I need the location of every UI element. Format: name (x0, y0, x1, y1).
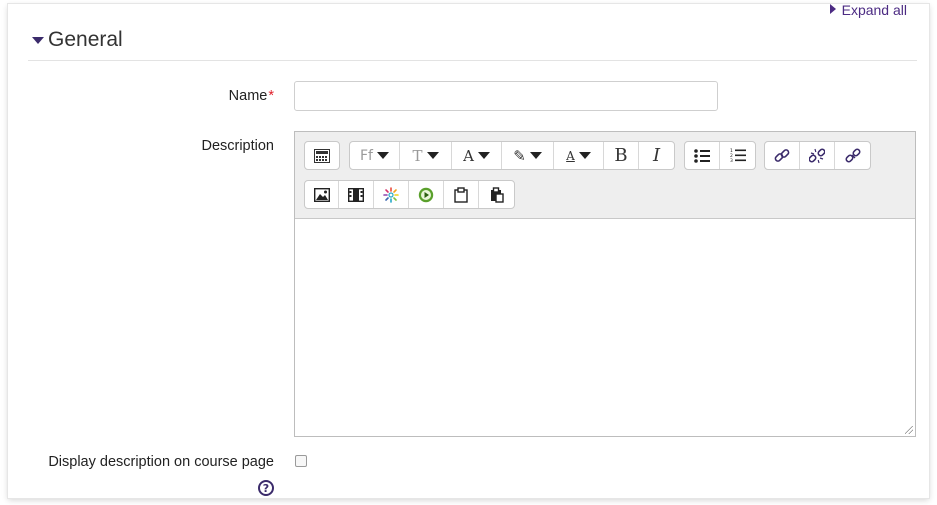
toolbar-group-style: Ff T A ✎ A B I (349, 141, 675, 170)
font-family-icon[interactable]: Ff (350, 142, 400, 169)
collapse-caret-icon[interactable] (32, 36, 44, 44)
paste-icon[interactable] (444, 181, 479, 208)
help-icon[interactable]: ? (258, 480, 274, 496)
editor-content-area[interactable] (295, 219, 915, 435)
description-editor[interactable]: Ff T A ✎ A B I 123 (294, 131, 916, 437)
name-input[interactable] (294, 81, 718, 111)
expand-all-link[interactable]: Expand all (829, 4, 907, 18)
kaltura-icon[interactable] (374, 181, 409, 208)
unlink-icon[interactable] (800, 142, 835, 169)
required-marker: * (268, 88, 274, 104)
display-description-label: Display description on course page (48, 454, 274, 470)
italic-icon[interactable]: I (639, 142, 674, 169)
expand-triangle-icon (829, 4, 836, 14)
ordered-list-icon[interactable]: 123 (720, 142, 755, 169)
resize-handle-icon[interactable] (905, 426, 913, 434)
section-general-header[interactable]: General (32, 28, 123, 52)
section-title: General (48, 28, 123, 51)
highlight-icon[interactable]: ✎ (502, 142, 554, 169)
font-color-icon[interactable]: A (452, 142, 502, 169)
style-icon[interactable]: A (554, 142, 604, 169)
font-size-icon[interactable]: T (400, 142, 452, 169)
editor-toolbar: Ff T A ✎ A B I 123 (295, 132, 915, 219)
bold-icon[interactable]: B (604, 142, 639, 169)
svg-text:3: 3 (730, 158, 733, 163)
image-icon[interactable] (305, 181, 339, 208)
display-description-checkbox[interactable] (295, 455, 307, 467)
unordered-list-icon[interactable] (685, 142, 720, 169)
description-label: Description (201, 138, 274, 154)
toolbar-group-links (764, 141, 871, 170)
toolbar-toggle-icon[interactable] (305, 142, 339, 169)
toolbar-group-toggle (304, 141, 340, 170)
anchor-link-icon[interactable] (835, 142, 870, 169)
paste-special-icon[interactable] (479, 181, 514, 208)
name-label: Name* (228, 88, 274, 104)
form-panel: Expand all General Name* Description Ff … (8, 4, 929, 498)
video-play-icon[interactable] (409, 181, 444, 208)
toolbar-group-lists: 123 (684, 141, 756, 170)
section-divider (28, 60, 917, 61)
media-icon[interactable] (339, 181, 374, 208)
toolbar-group-media (304, 180, 515, 209)
link-icon[interactable] (765, 142, 800, 169)
